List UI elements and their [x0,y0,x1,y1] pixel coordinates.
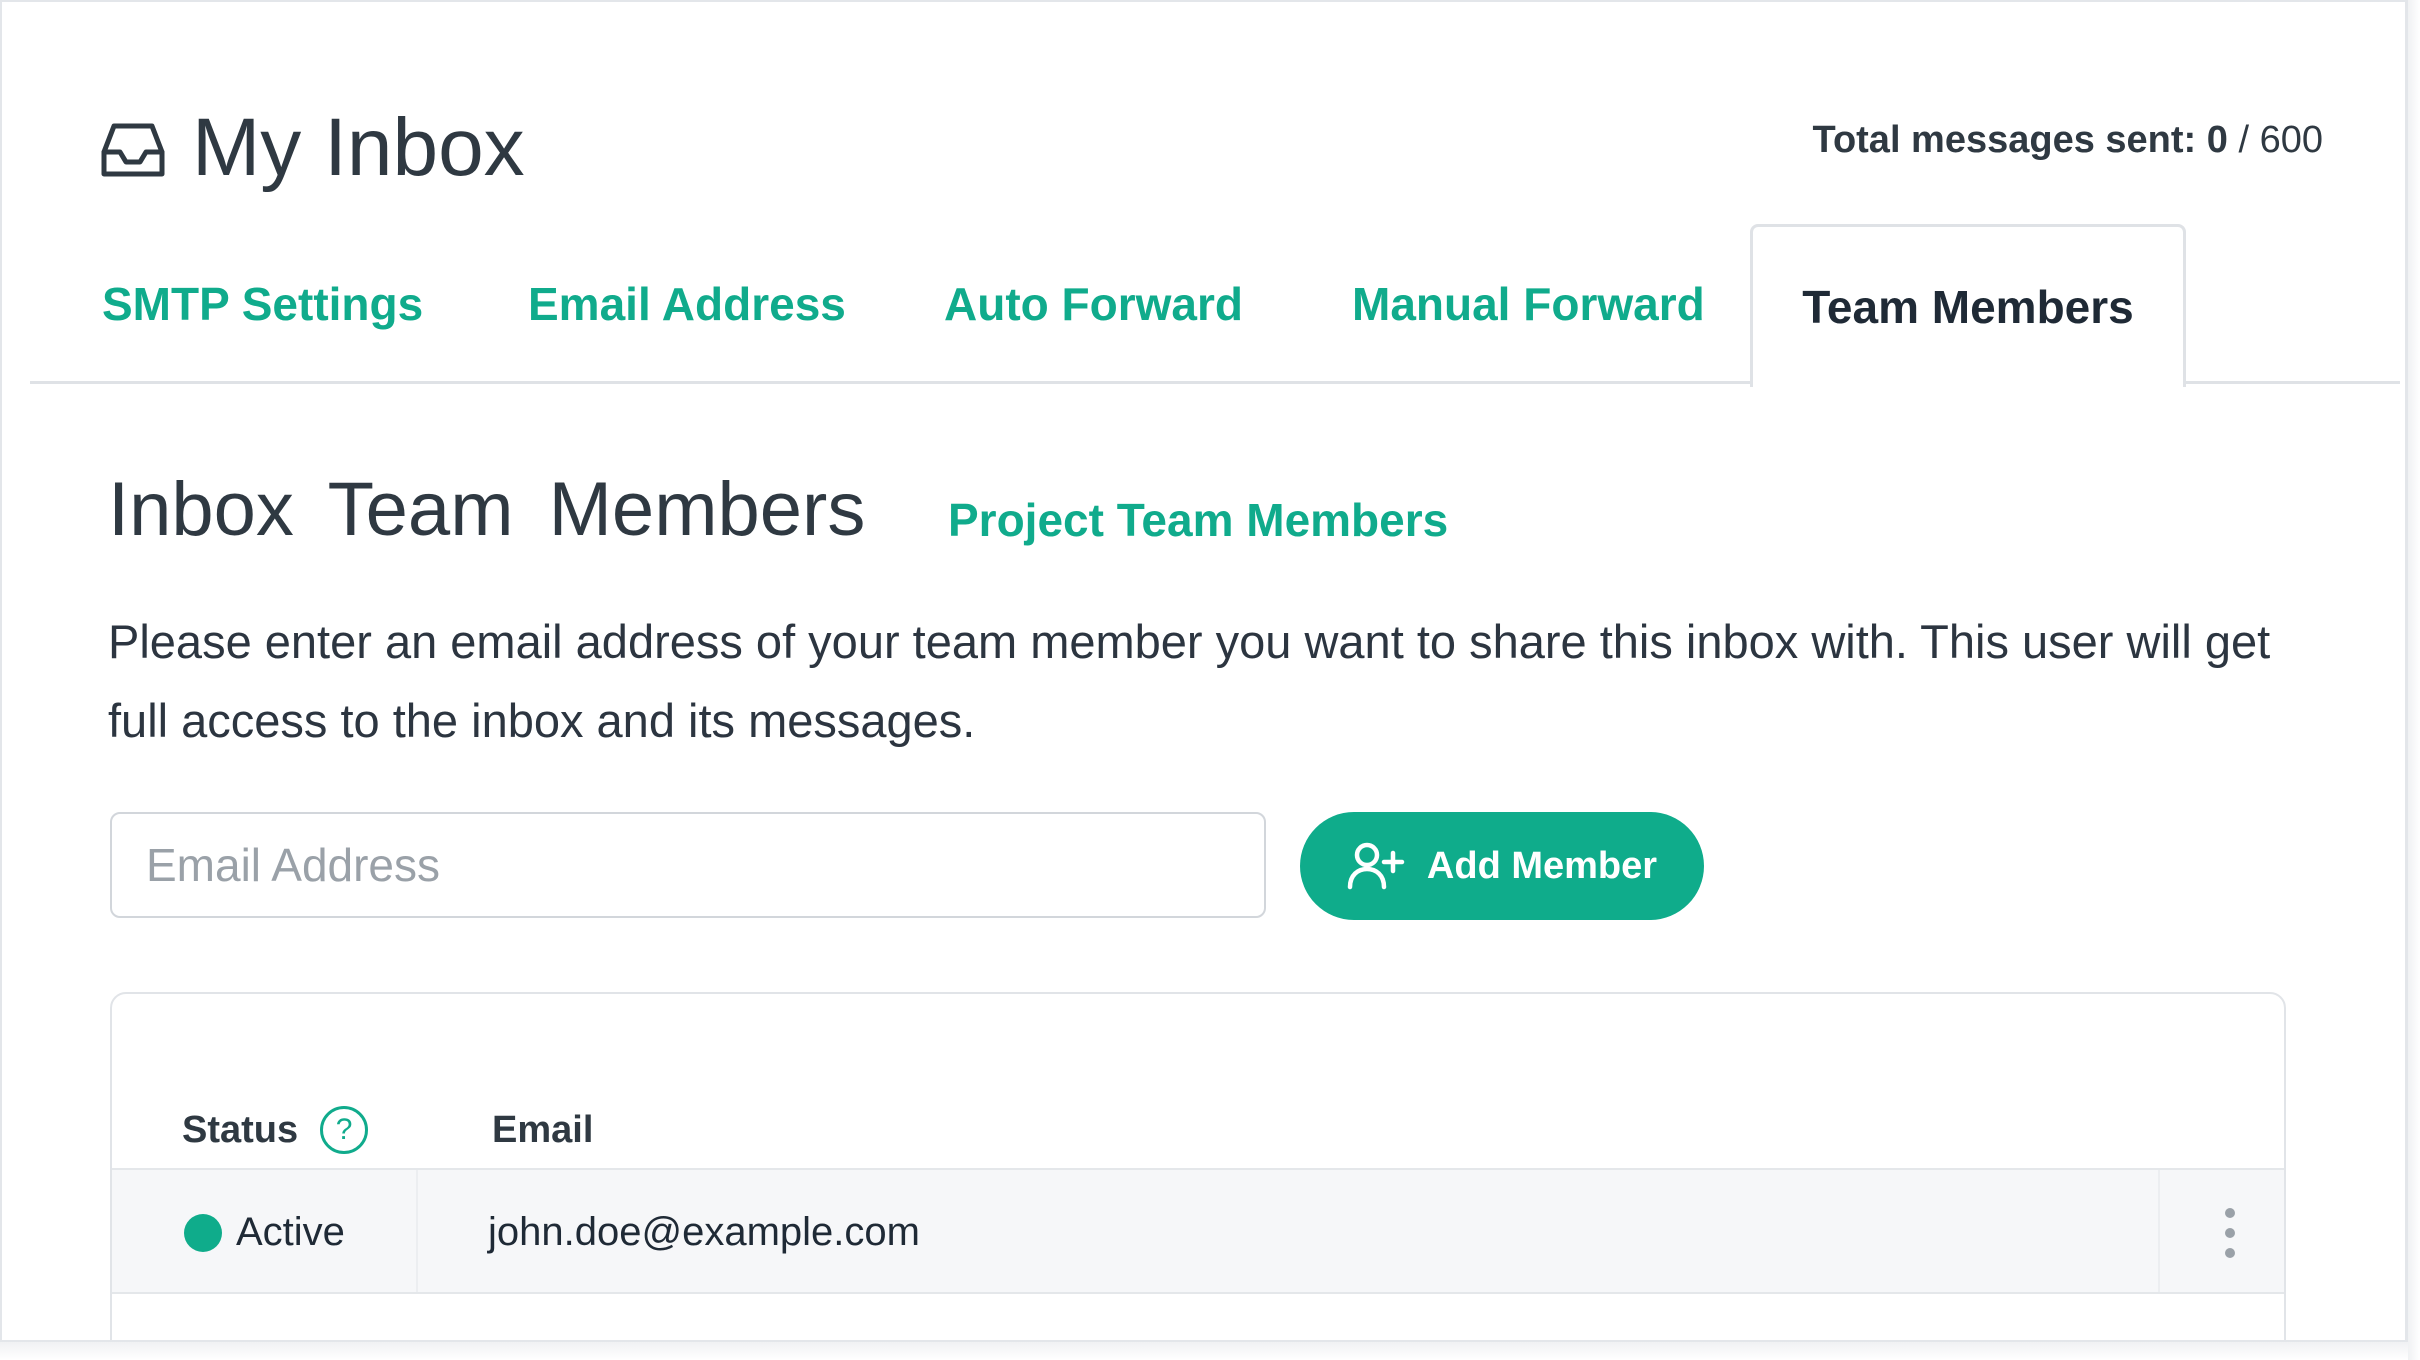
column-header-email: Email [492,1108,594,1151]
app-window: My Inbox Total messages sent: 0 / 600 SM… [0,0,2408,1342]
page-title: My Inbox [192,102,525,193]
add-member-button[interactable]: Add Member [1300,812,1704,920]
window-shadow [2408,0,2420,1360]
member-email: john.doe@example.com [488,1210,920,1254]
question-circle-icon[interactable]: ? [320,1106,369,1154]
column-divider [416,1170,418,1292]
usage-label: Total messages sent: [1812,119,2197,161]
status-active-dot [184,1214,222,1252]
usage-sent: 0 [2206,119,2228,161]
section-description: Please enter an email address of your te… [108,615,2271,747]
settings-tabs: SMTP Settings Email Address Auto Forward… [30,224,2400,387]
table-row: Active john.doe@example.com [112,1168,2284,1294]
kebab-menu-icon[interactable] [2220,1208,2240,1258]
column-header-status: Status ? [182,1098,369,1162]
add-member-label: Add Member [1426,844,1658,887]
status-text: Active [236,1210,345,1254]
usage-separator: / [2227,119,2260,161]
email-address-input[interactable] [110,812,1266,918]
section-title: Inbox Team Members [108,467,866,552]
tab-email-address[interactable]: Email Address [528,224,846,384]
tab-smtp-settings[interactable]: SMTP Settings [102,224,423,384]
project-team-members-link[interactable]: Project Team Members [948,490,1448,550]
usage-limit: 600 [2259,119,2323,161]
column-divider [2158,1170,2160,1292]
tab-team-members[interactable]: Team Members [1750,224,2186,387]
tab-manual-forward[interactable]: Manual Forward [1352,224,1705,384]
user-plus-icon [1347,842,1405,890]
messages-usage-counter: Total messages sent: 0 / 600 [1813,114,2323,166]
status-header-label: Status [182,1108,299,1151]
inbox-tray-icon [101,123,165,177]
tab-auto-forward[interactable]: Auto Forward [944,224,1243,384]
window-shadow [0,1342,2420,1360]
